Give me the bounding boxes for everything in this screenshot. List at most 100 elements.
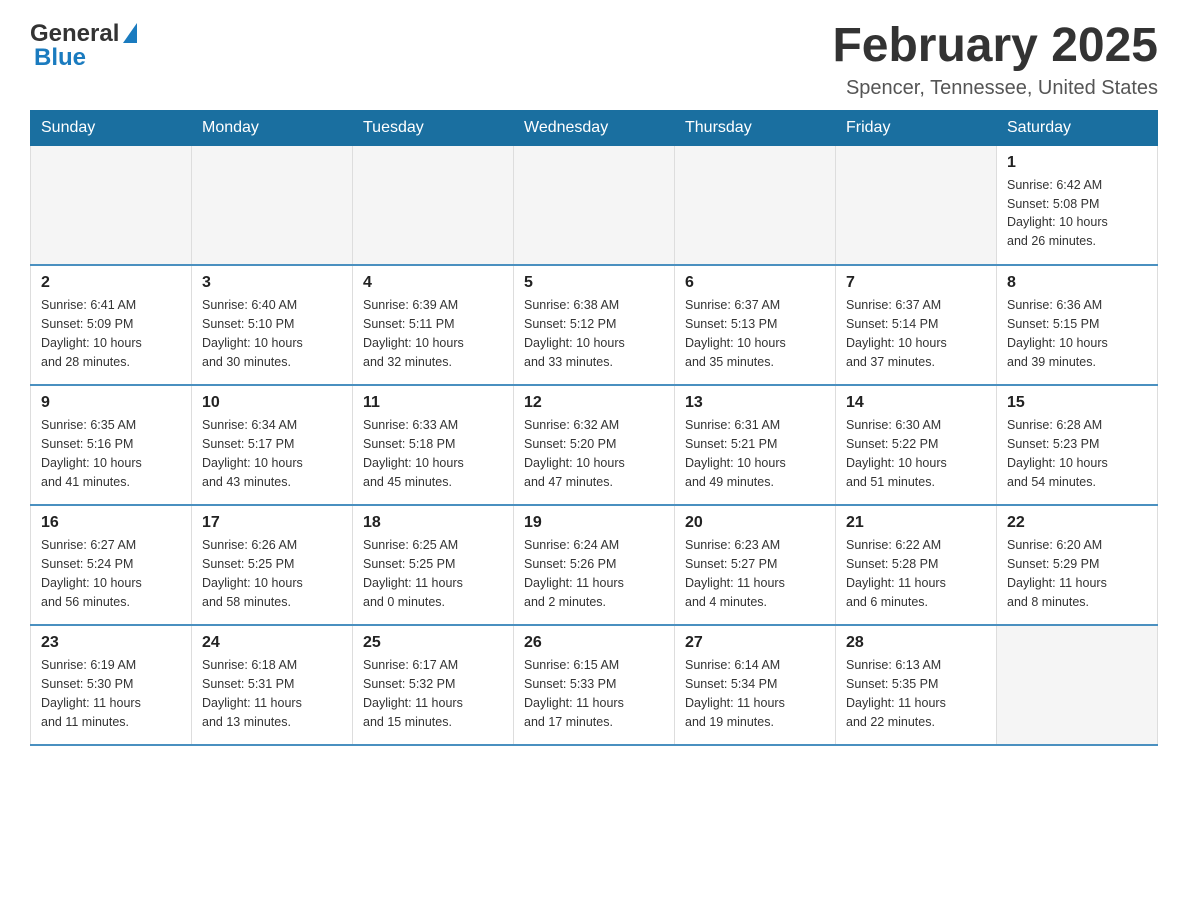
logo-blue-text: Blue xyxy=(34,44,86,72)
calendar-day-cell: 7Sunrise: 6:37 AMSunset: 5:14 PMDaylight… xyxy=(836,265,997,385)
calendar-day-cell: 19Sunrise: 6:24 AMSunset: 5:26 PMDayligh… xyxy=(514,505,675,625)
calendar-header: SundayMondayTuesdayWednesdayThursdayFrid… xyxy=(31,110,1158,145)
calendar-day-cell: 11 Sunrise: 6:33 AMSunset: 5:18 PMDayligh… xyxy=(353,385,514,505)
day-info: Sunrise: 6:22 AMSunset: 5:28 PMDaylight:… xyxy=(846,536,986,611)
calendar-day-cell: 5Sunrise: 6:38 AMSunset: 5:12 PMDaylight… xyxy=(514,265,675,385)
day-info: Sunrise: 6:42 AMSunset: 5:08 PMDaylight:… xyxy=(1007,176,1147,251)
day-info: Sunrise: 6:31 AMSunset: 5:21 PMDaylight:… xyxy=(685,416,825,491)
day-info: Sunrise: 6:14 AMSunset: 5:34 PMDaylight:… xyxy=(685,656,825,731)
calendar-day-cell: 2Sunrise: 6:41 AMSunset: 5:09 PMDaylight… xyxy=(31,265,192,385)
day-number: 6 xyxy=(685,274,825,292)
day-number: 21 xyxy=(846,514,986,532)
day-number: 26 xyxy=(524,634,664,652)
calendar-day-cell xyxy=(514,145,675,265)
day-info: Sunrise: 6:27 AMSunset: 5:24 PMDaylight:… xyxy=(41,536,181,611)
day-number: 19 xyxy=(524,514,664,532)
day-number: 3 xyxy=(202,274,342,292)
day-number: 24 xyxy=(202,634,342,652)
day-info: Sunrise: 6:39 AMSunset: 5:11 PMDaylight:… xyxy=(363,296,503,371)
day-info: Sunrise: 6:28 AMSunset: 5:23 PMDaylight:… xyxy=(1007,416,1147,491)
day-info: Sunrise: 6:33 AMSunset: 5:18 PMDaylight:… xyxy=(363,416,503,491)
calendar-day-cell: 8Sunrise: 6:36 AMSunset: 5:15 PMDaylight… xyxy=(997,265,1158,385)
page-header: General Blue February 2025 Spencer, Tenn… xyxy=(30,20,1158,100)
calendar-day-cell: 24 Sunrise: 6:18 AMSunset: 5:31 PMDayligh… xyxy=(192,625,353,745)
triangle-icon xyxy=(123,23,137,43)
weekday-header-thursday: Thursday xyxy=(675,110,836,145)
day-number: 13 xyxy=(685,394,825,412)
calendar-day-cell: 9 Sunrise: 6:35 AMSunset: 5:16 PMDaylight… xyxy=(31,385,192,505)
weekday-header-saturday: Saturday xyxy=(997,110,1158,145)
day-info: Sunrise: 6:32 AMSunset: 5:20 PMDaylight:… xyxy=(524,416,664,491)
day-number: 16 xyxy=(41,514,181,532)
day-number: 23 xyxy=(41,634,181,652)
day-info: Sunrise: 6:20 AMSunset: 5:29 PMDaylight:… xyxy=(1007,536,1147,611)
calendar-day-cell xyxy=(997,625,1158,745)
calendar-day-cell xyxy=(675,145,836,265)
calendar-day-cell: 3 Sunrise: 6:40 AMSunset: 5:10 PMDaylight… xyxy=(192,265,353,385)
day-info: Sunrise: 6:38 AMSunset: 5:12 PMDaylight:… xyxy=(524,296,664,371)
calendar-day-cell: 25 Sunrise: 6:17 AMSunset: 5:32 PMDayligh… xyxy=(353,625,514,745)
calendar-week-row: 23Sunrise: 6:19 AMSunset: 5:30 PMDayligh… xyxy=(31,625,1158,745)
weekday-header-monday: Monday xyxy=(192,110,353,145)
calendar-day-cell: 4 Sunrise: 6:39 AMSunset: 5:11 PMDaylight… xyxy=(353,265,514,385)
location-title: Spencer, Tennessee, United States xyxy=(832,77,1158,100)
calendar-day-cell: 17 Sunrise: 6:26 AMSunset: 5:25 PMDayligh… xyxy=(192,505,353,625)
day-info: Sunrise: 6:23 AMSunset: 5:27 PMDaylight:… xyxy=(685,536,825,611)
calendar-day-cell: 10 Sunrise: 6:34 AMSunset: 5:17 PMDayligh… xyxy=(192,385,353,505)
calendar-day-cell: 27 Sunrise: 6:14 AMSunset: 5:34 PMDayligh… xyxy=(675,625,836,745)
day-info: Sunrise: 6:26 AMSunset: 5:25 PMDaylight:… xyxy=(202,536,342,611)
calendar-body: 1 Sunrise: 6:42 AMSunset: 5:08 PMDaylight… xyxy=(31,145,1158,745)
day-number: 9 xyxy=(41,394,181,412)
weekday-header-sunday: Sunday xyxy=(31,110,192,145)
day-number: 4 xyxy=(363,274,503,292)
calendar-day-cell: 22 Sunrise: 6:20 AMSunset: 5:29 PMDayligh… xyxy=(997,505,1158,625)
weekday-header-wednesday: Wednesday xyxy=(514,110,675,145)
calendar-day-cell: 21 Sunrise: 6:22 AMSunset: 5:28 PMDayligh… xyxy=(836,505,997,625)
day-info: Sunrise: 6:36 AMSunset: 5:15 PMDaylight:… xyxy=(1007,296,1147,371)
day-number: 18 xyxy=(363,514,503,532)
calendar-day-cell: 16 Sunrise: 6:27 AMSunset: 5:24 PMDayligh… xyxy=(31,505,192,625)
day-info: Sunrise: 6:30 AMSunset: 5:22 PMDaylight:… xyxy=(846,416,986,491)
day-info: Sunrise: 6:17 AMSunset: 5:32 PMDaylight:… xyxy=(363,656,503,731)
calendar-day-cell xyxy=(31,145,192,265)
calendar-week-row: 16 Sunrise: 6:27 AMSunset: 5:24 PMDayligh… xyxy=(31,505,1158,625)
calendar-day-cell xyxy=(836,145,997,265)
day-number: 28 xyxy=(846,634,986,652)
calendar-day-cell: 15 Sunrise: 6:28 AMSunset: 5:23 PMDayligh… xyxy=(997,385,1158,505)
calendar-day-cell: 18 Sunrise: 6:25 AMSunset: 5:25 PMDayligh… xyxy=(353,505,514,625)
logo: General Blue xyxy=(30,20,137,72)
calendar-day-cell: 28 Sunrise: 6:13 AMSunset: 5:35 PMDayligh… xyxy=(836,625,997,745)
day-number: 1 xyxy=(1007,154,1147,172)
day-info: Sunrise: 6:35 AMSunset: 5:16 PMDaylight:… xyxy=(41,416,181,491)
weekday-header-tuesday: Tuesday xyxy=(353,110,514,145)
day-number: 17 xyxy=(202,514,342,532)
day-info: Sunrise: 6:18 AMSunset: 5:31 PMDaylight:… xyxy=(202,656,342,731)
day-info: Sunrise: 6:13 AMSunset: 5:35 PMDaylight:… xyxy=(846,656,986,731)
calendar-day-cell: 6Sunrise: 6:37 AMSunset: 5:13 PMDaylight… xyxy=(675,265,836,385)
weekday-header-row: SundayMondayTuesdayWednesdayThursdayFrid… xyxy=(31,110,1158,145)
day-number: 7 xyxy=(846,274,986,292)
day-number: 11 xyxy=(363,394,503,412)
calendar-day-cell: 13 Sunrise: 6:31 AMSunset: 5:21 PMDayligh… xyxy=(675,385,836,505)
calendar-day-cell: 14 Sunrise: 6:30 AMSunset: 5:22 PMDayligh… xyxy=(836,385,997,505)
weekday-header-friday: Friday xyxy=(836,110,997,145)
day-number: 25 xyxy=(363,634,503,652)
calendar-week-row: 2Sunrise: 6:41 AMSunset: 5:09 PMDaylight… xyxy=(31,265,1158,385)
day-info: Sunrise: 6:41 AMSunset: 5:09 PMDaylight:… xyxy=(41,296,181,371)
title-section: February 2025 Spencer, Tennessee, United… xyxy=(832,20,1158,100)
day-number: 27 xyxy=(685,634,825,652)
day-number: 14 xyxy=(846,394,986,412)
day-info: Sunrise: 6:15 AMSunset: 5:33 PMDaylight:… xyxy=(524,656,664,731)
calendar-table: SundayMondayTuesdayWednesdayThursdayFrid… xyxy=(30,110,1158,747)
month-title: February 2025 xyxy=(832,20,1158,73)
calendar-day-cell xyxy=(192,145,353,265)
day-number: 15 xyxy=(1007,394,1147,412)
calendar-day-cell: 23Sunrise: 6:19 AMSunset: 5:30 PMDayligh… xyxy=(31,625,192,745)
day-info: Sunrise: 6:25 AMSunset: 5:25 PMDaylight:… xyxy=(363,536,503,611)
day-info: Sunrise: 6:34 AMSunset: 5:17 PMDaylight:… xyxy=(202,416,342,491)
day-number: 10 xyxy=(202,394,342,412)
day-info: Sunrise: 6:40 AMSunset: 5:10 PMDaylight:… xyxy=(202,296,342,371)
day-number: 22 xyxy=(1007,514,1147,532)
calendar-day-cell: 20Sunrise: 6:23 AMSunset: 5:27 PMDayligh… xyxy=(675,505,836,625)
calendar-day-cell: 12Sunrise: 6:32 AMSunset: 5:20 PMDayligh… xyxy=(514,385,675,505)
